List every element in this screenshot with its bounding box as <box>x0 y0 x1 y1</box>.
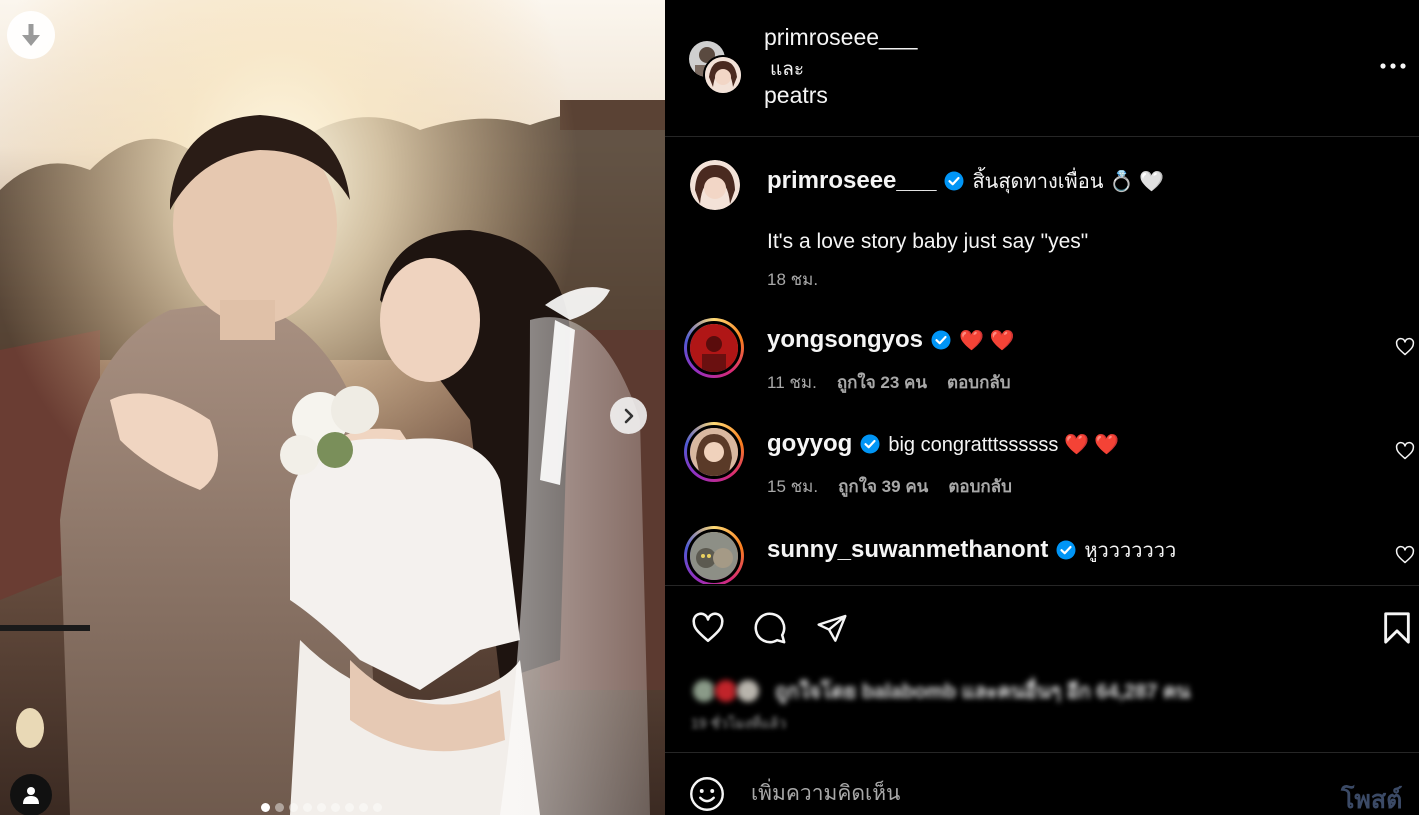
comment-username[interactable]: goyyog <box>767 430 852 458</box>
comment-username[interactable]: yongsongyos <box>767 326 923 354</box>
comment-reply-button[interactable]: ตอบกลับ <box>948 473 1012 500</box>
comment-like-heart-icon[interactable] <box>1395 545 1415 565</box>
avatar <box>703 55 743 95</box>
chevron-right-icon <box>624 408 633 423</box>
download-arrow-icon <box>22 24 40 46</box>
caption-text: สิ้นสุดทางเพื่อน 💍 🤍 <box>972 171 1165 193</box>
bookmark-icon <box>1384 612 1410 644</box>
heart-outline-icon <box>692 612 724 643</box>
caption-line: primroseee___ สิ้นสุดทางเพื่อน 💍 🤍 <box>767 165 1164 197</box>
avatar[interactable] <box>684 526 744 584</box>
like-button[interactable] <box>689 609 727 647</box>
comment-row: yongsongyos ❤️ ❤️ 11 ชม. ถูกใจ 23 คน ตอบ… <box>665 318 1419 408</box>
owners-avatar-stack[interactable] <box>689 41 743 95</box>
carousel-dot <box>359 803 368 812</box>
emoji-smile-icon <box>690 777 724 811</box>
tagged-users-button[interactable] <box>10 774 52 815</box>
carousel-dot <box>275 803 284 812</box>
carousel-indicator <box>261 803 382 812</box>
verified-badge-icon <box>931 330 951 350</box>
carousel-dot <box>303 803 312 812</box>
post-actions: ถูกใจโดย balabomb และคนอื่นๆ อีก 64,287 … <box>665 585 1419 753</box>
comment-likes-link[interactable]: ถูกใจ 23 คน <box>837 369 927 396</box>
carousel-dot <box>317 803 326 812</box>
verified-badge-icon <box>1056 540 1076 560</box>
comment-like-heart-icon[interactable] <box>1395 441 1415 461</box>
comment-likes-link[interactable]: ถูกใจ 39 คน <box>838 473 928 500</box>
comment-line: goyyog big congratttssssss ❤️ ❤️ <box>767 430 1119 458</box>
comment-reply-button[interactable]: ตอบกลับ <box>947 369 1011 396</box>
user-tag-icon <box>23 787 39 804</box>
comment-time: 11 ชม. <box>767 373 817 392</box>
post-side-panel: primroseee___ และ peatrs primroseee___ ส… <box>665 0 1419 815</box>
comment-username[interactable]: sunny_suwanmethanont <box>767 536 1048 564</box>
comment-text: หูววววววว <box>1084 540 1177 562</box>
emoji-picker-button[interactable] <box>689 776 727 814</box>
comment-meta: 15 ชม. ถูกใจ 39 คน ตอบกลับ <box>767 473 1012 500</box>
carousel-dot <box>345 803 354 812</box>
comment-composer: โพสต์ <box>665 754 1419 815</box>
comment-like-heart-icon[interactable] <box>1395 337 1415 357</box>
verified-badge-icon <box>944 171 964 191</box>
comment-time: 15 ชม. <box>767 477 819 496</box>
verified-badge-icon <box>860 434 880 454</box>
comment-text: big congratttssssss ❤️ ❤️ <box>888 433 1120 456</box>
owners-conjunction: และ <box>770 59 805 80</box>
carousel-dot <box>289 803 298 812</box>
save-button[interactable] <box>1378 609 1416 647</box>
couple-photo <box>0 0 665 815</box>
caption-body: It's a love story baby just say "yes" <box>767 230 1089 253</box>
avatar <box>735 678 761 704</box>
more-horizontal-icon <box>1380 63 1406 69</box>
post-timestamp: 19 ชั่วโมงที่แล้ว <box>691 715 787 731</box>
more-options-button[interactable] <box>1373 55 1413 77</box>
carousel-dot <box>261 803 270 812</box>
post-owner-link[interactable]: primroseee___ <box>764 24 917 51</box>
comments-list[interactable]: primroseee___ สิ้นสุดทางเพื่อน 💍 🤍 It's … <box>665 138 1419 584</box>
carousel-dot <box>331 803 340 812</box>
avatar[interactable] <box>684 318 744 378</box>
comment-text: ❤️ ❤️ <box>959 329 1015 352</box>
post-comment-button[interactable]: โพสต์ <box>1341 780 1402 815</box>
caption-time: 18 ชม. <box>767 270 819 289</box>
comment-meta: 11 ชม. ถูกใจ 23 คน ตอบกลับ <box>767 369 1011 396</box>
comment-button[interactable] <box>751 609 789 647</box>
share-button[interactable] <box>813 609 851 647</box>
comment-row: sunny_suwanmethanont หูววววววว <box>665 526 1419 584</box>
carousel-dot <box>373 803 382 812</box>
avatar[interactable] <box>690 160 740 210</box>
post-coauthor-link[interactable]: peatrs <box>764 82 828 109</box>
carousel-next-button[interactable] <box>610 397 647 434</box>
avatar[interactable] <box>684 422 744 482</box>
paper-plane-icon <box>817 614 847 642</box>
download-button[interactable] <box>7 11 55 59</box>
caption-username[interactable]: primroseee___ <box>767 167 936 195</box>
post-caption: primroseee___ สิ้นสุดทางเพื่อน 💍 🤍 It's … <box>665 160 1419 290</box>
likes-summary[interactable]: ถูกใจโดย balabomb และคนอื่นๆ อีก 64,287 … <box>691 675 1190 707</box>
comment-line: sunny_suwanmethanont หูววววววว <box>767 534 1176 566</box>
post-media[interactable] <box>0 0 665 815</box>
speech-bubble-icon <box>754 612 786 644</box>
comment-row: goyyog big congratttssssss ❤️ ❤️ 15 ชม. … <box>665 422 1419 512</box>
post-header: primroseee___ และ peatrs <box>665 0 1419 137</box>
likes-count-text: ถูกใจโดย balabomb และคนอื่นๆ อีก 64,287 … <box>775 681 1191 703</box>
comment-input[interactable] <box>751 776 1311 812</box>
comment-line: yongsongyos ❤️ ❤️ <box>767 326 1014 354</box>
caption-meta: 18 ชม. <box>767 266 818 293</box>
